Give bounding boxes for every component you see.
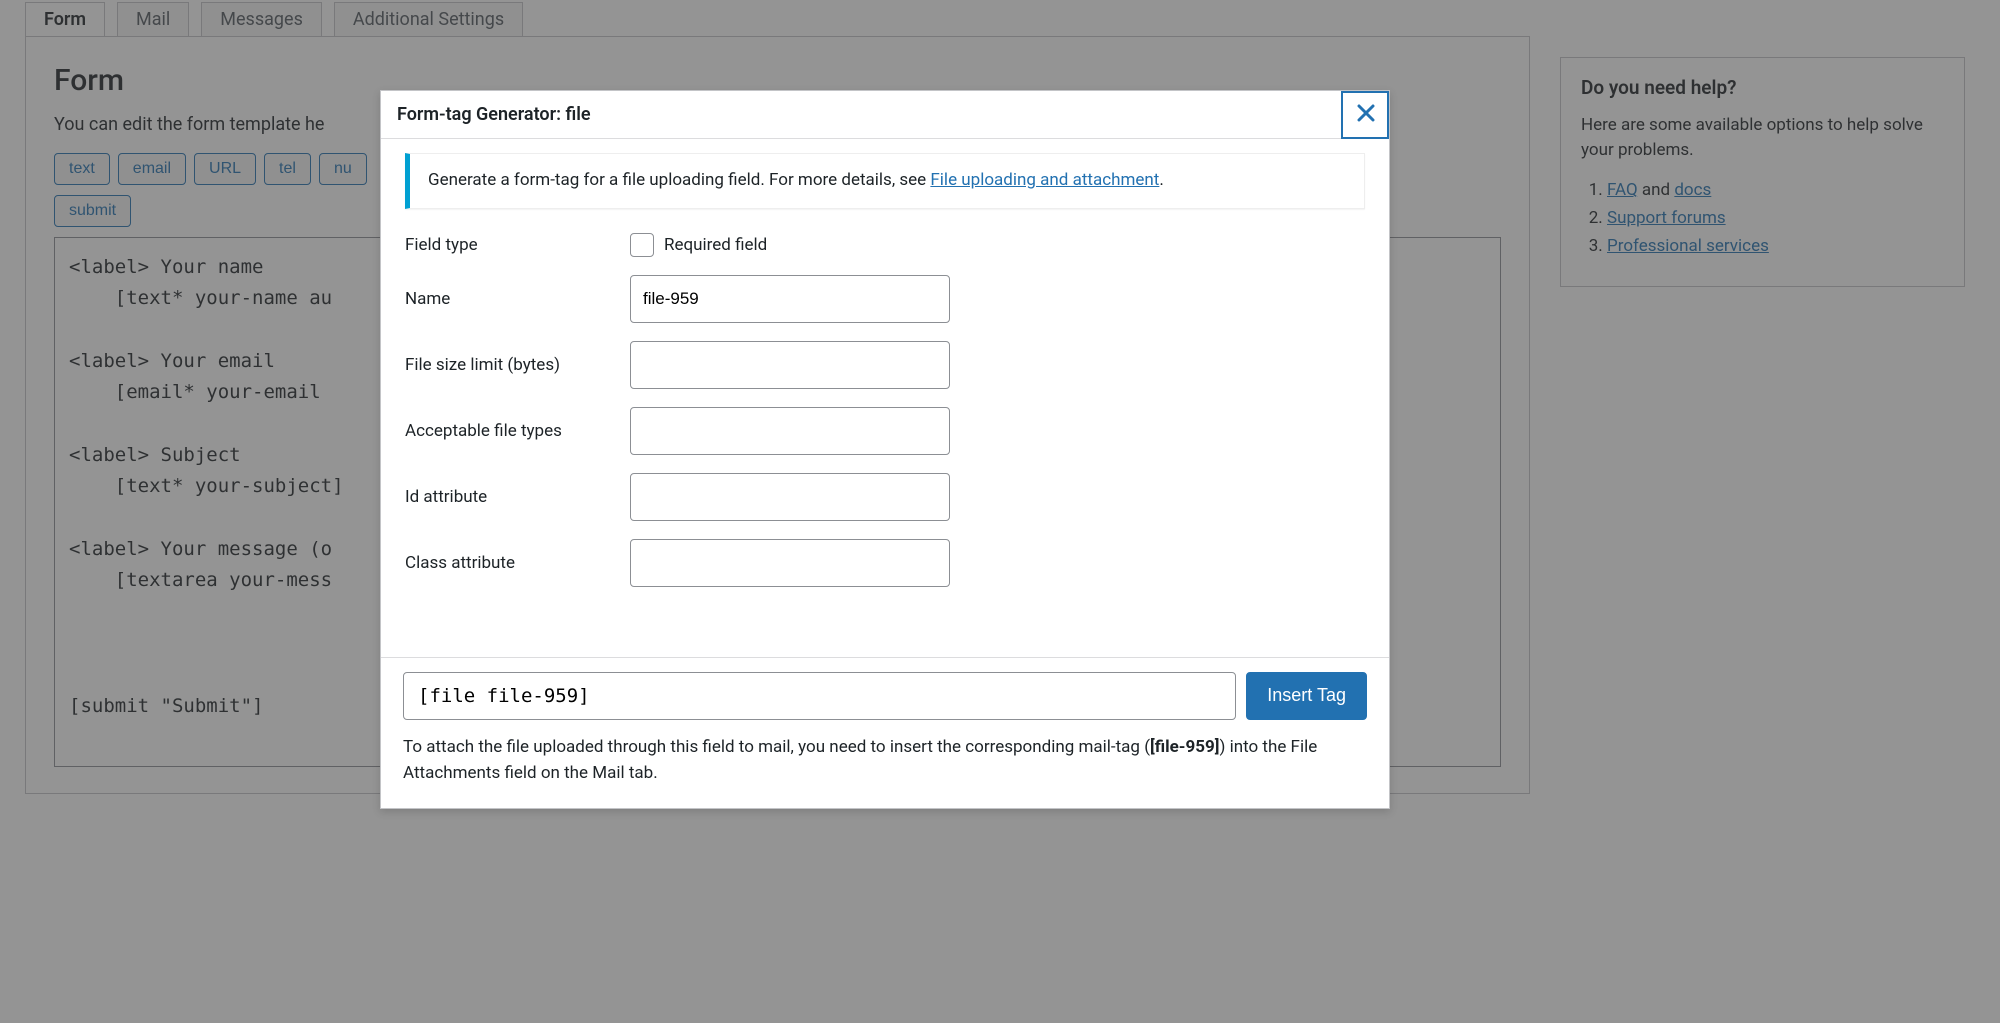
- required-field-checkbox[interactable]: [630, 233, 654, 257]
- class-attribute-input[interactable]: [630, 539, 950, 587]
- label-name: Name: [405, 289, 630, 309]
- footer-note: To attach the file uploaded through this…: [403, 734, 1367, 787]
- label-field-type: Field type: [405, 235, 630, 255]
- mail-tag-code: [file-959]: [1150, 737, 1219, 757]
- file-types-input[interactable]: [630, 407, 950, 455]
- info-link-file-uploading[interactable]: File uploading and attachment: [930, 170, 1159, 190]
- modal-info-box: Generate a form-tag for a file uploading…: [405, 153, 1365, 209]
- form-tag-generator-modal: Form-tag Generator: file Generate a form…: [380, 90, 1390, 809]
- label-file-types: Acceptable file types: [405, 421, 630, 441]
- size-limit-input[interactable]: [630, 341, 950, 389]
- modal-title: Form-tag Generator: file: [397, 104, 591, 125]
- modal-close-button[interactable]: [1341, 91, 1389, 139]
- label-size-limit: File size limit (bytes): [405, 355, 630, 375]
- label-id-attr: Id attribute: [405, 487, 630, 507]
- id-attribute-input[interactable]: [630, 473, 950, 521]
- label-class-attr: Class attribute: [405, 553, 630, 573]
- name-input[interactable]: [630, 275, 950, 323]
- generated-tag-output[interactable]: [403, 672, 1236, 720]
- insert-tag-button[interactable]: Insert Tag: [1246, 672, 1367, 720]
- close-icon: [1357, 104, 1375, 122]
- label-required-field: Required field: [664, 235, 767, 255]
